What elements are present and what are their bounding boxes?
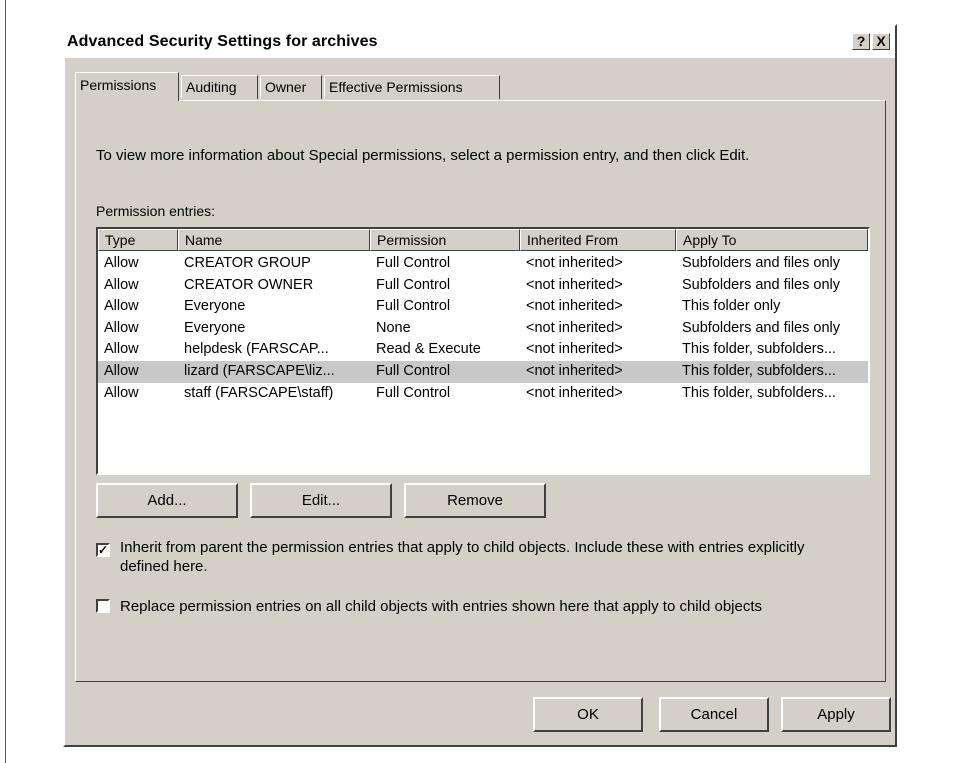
cell-permission: Read & Execute [376, 341, 481, 358]
column-header-permission[interactable]: Permission [370, 229, 520, 251]
replace-permissions-label: Replace permission entries on all child … [120, 598, 763, 615]
column-header-apply-to[interactable]: Apply To [676, 229, 868, 251]
tab-effective-permissions[interactable]: Effective Permissions [324, 75, 500, 99]
table-row[interactable]: Allow Everyone Full Control <not inherited>… [98, 296, 868, 318]
title-bar[interactable]: Advanced Security Settings for archives … [65, 26, 895, 58]
cell-apply-to: This folder, subfolders... [682, 384, 836, 401]
column-header-inherited-from[interactable]: Inherited From [520, 229, 676, 251]
cell-apply-to: This folder, subfolders... [682, 362, 836, 379]
cell-name: CREATOR GROUP [184, 255, 311, 271]
permissions-tab-panel: To view more information about Special p… [75, 100, 886, 682]
cell-name: Everyone [184, 298, 246, 315]
inherit-permissions-checkbox[interactable]: ✓ [96, 543, 110, 557]
replace-permissions-checkbox[interactable] [96, 599, 110, 613]
list-header: Type Name Permission Inherited From Appl… [98, 229, 868, 251]
ok-button[interactable]: OK [533, 697, 643, 732]
cell-inherited: <not inherited> [526, 319, 623, 336]
column-header-type[interactable]: Type [98, 229, 178, 251]
cell-apply-to: Subfolders and files only [682, 319, 840, 336]
cell-inherited: <not inherited> [526, 341, 623, 358]
cell-name: staff (FARSCAPE\staff) [184, 384, 334, 401]
apply-button[interactable]: Apply [781, 697, 891, 732]
edit-button[interactable]: Edit... [250, 483, 392, 518]
table-row[interactable]: Allow staff (FARSCAPE\staff) Full Control <… [98, 383, 868, 405]
cell-apply-to: Subfolders and files only [682, 255, 840, 271]
permission-entries-list[interactable]: Type Name Permission Inherited From Appl… [96, 227, 870, 475]
column-header-name[interactable]: Name [178, 229, 370, 251]
replace-permissions-option[interactable]: Replace permission entries on all child … [96, 597, 876, 617]
tab-permissions[interactable]: Permissions [75, 72, 179, 101]
cell-type: Allow [104, 276, 139, 293]
table-row[interactable]: Allow Everyone None <not inherited> Subfolde… [98, 318, 868, 340]
inherit-label-line2: defined here. [120, 558, 208, 575]
cell-apply-to: Subfolders and files only [682, 276, 840, 293]
cancel-button[interactable]: Cancel [659, 697, 769, 732]
inherit-permissions-option[interactable]: ✓ Inherit from parent the permission ent… [96, 538, 876, 580]
window-title: Advanced Security Settings for archives [67, 33, 378, 50]
cell-permission: Full Control [376, 298, 451, 315]
page-edge-line [5, 0, 6, 763]
cell-inherited: <not inherited> [526, 298, 623, 315]
cell-permission: Full Control [376, 255, 451, 271]
cell-inherited: <not inherited> [526, 362, 623, 379]
cell-permission: Full Control [376, 362, 451, 379]
table-row[interactable]: Allow CREATOR GROUP Full Control <not inher… [98, 253, 868, 275]
cell-permission: Full Control [376, 276, 451, 293]
cell-type: Allow [104, 362, 139, 379]
cell-name: helpdesk (FARSCAP... [184, 341, 329, 358]
inherit-label-line1: Inherit from parent the permission entri… [120, 539, 805, 556]
permission-entries-label: Permission entries: [96, 203, 216, 219]
cell-type: Allow [104, 341, 139, 358]
cell-permission: None [376, 319, 411, 336]
cell-apply-to: This folder, subfolders... [682, 341, 836, 358]
cell-inherited: <not inherited> [526, 255, 623, 271]
cell-inherited: <not inherited> [526, 384, 623, 401]
table-row[interactable]: Allow lizard (FARSCAPE\liz... Full Control… [98, 360, 868, 383]
tab-owner[interactable]: Owner [260, 75, 322, 99]
cell-name: lizard (FARSCAPE\liz... [184, 362, 335, 379]
remove-button[interactable]: Remove [404, 483, 546, 518]
cell-type: Allow [104, 384, 139, 401]
inherit-permissions-label: Inherit from parent the permission entri… [120, 538, 805, 576]
list-rows: Allow CREATOR GROUP Full Control <not inher… [98, 253, 868, 404]
close-button[interactable]: X [872, 33, 890, 50]
table-row[interactable]: Allow helpdesk (FARSCAP... Read & Execute <… [98, 339, 868, 361]
tab-auditing[interactable]: Auditing [181, 75, 258, 99]
security-settings-dialog: Advanced Security Settings for archives … [63, 24, 897, 747]
cell-name: CREATOR OWNER [184, 276, 314, 293]
help-button[interactable]: ? [852, 33, 870, 50]
cell-type: Allow [104, 319, 139, 336]
table-row[interactable]: Allow CREATOR OWNER Full Control <not inher… [98, 275, 868, 297]
cell-inherited: <not inherited> [526, 276, 623, 293]
cell-permission: Full Control [376, 384, 451, 401]
cell-type: Allow [104, 298, 139, 315]
add-button[interactable]: Add... [96, 483, 238, 518]
info-text: To view more information about Special p… [96, 147, 750, 164]
cell-name: Everyone [184, 319, 246, 336]
cell-apply-to: This folder only [682, 298, 781, 315]
cell-type: Allow [104, 255, 139, 271]
